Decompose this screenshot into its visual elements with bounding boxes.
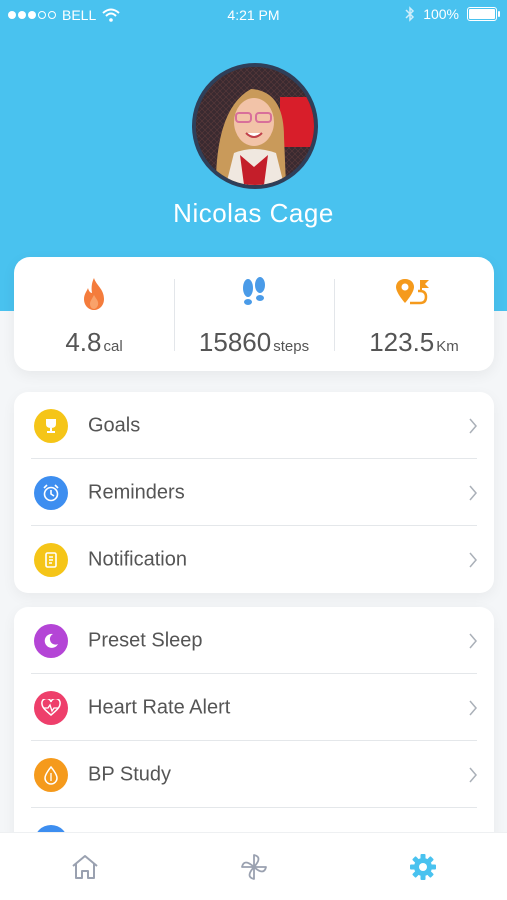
tab-settings[interactable] [407, 851, 439, 883]
avatar[interactable] [192, 63, 318, 189]
avatar-photo [196, 67, 314, 185]
status-bar: BELL 4:21 PM 100% [0, 0, 507, 30]
menu-item-heart-rate-alert[interactable]: Heart Rate Alert [14, 674, 494, 741]
steps-value: 15860 [198, 327, 272, 357]
menu-item-bp-study[interactable]: BP Study [14, 741, 494, 808]
tab-bar [0, 832, 507, 900]
steps-unit: steps [273, 338, 310, 355]
tab-home[interactable] [69, 851, 101, 883]
moon-icon [34, 623, 68, 658]
calories-value: 4.8 [65, 327, 102, 357]
menu-item-preset-sleep[interactable]: Preset Sleep [14, 607, 494, 674]
tab-activity[interactable] [238, 851, 270, 883]
menu-label: Reminders [88, 481, 185, 503]
chevron-right-icon [469, 552, 477, 567]
alarm-clock-icon [34, 475, 68, 510]
stat-distance: 123.5 Km [334, 257, 494, 371]
menu-label: Heart Rate Alert [88, 696, 231, 718]
battery-group: 100% [405, 6, 500, 22]
route-pin-icon [396, 279, 429, 305]
stat-calories: 4.8 cal [14, 257, 174, 371]
menu-label: Goals [88, 414, 141, 436]
settings-group-2: Preset Sleep Heart Rate Alert BP Study [14, 607, 494, 847]
menu-label: Preset Sleep [88, 629, 203, 651]
menu-label: BP Study [88, 763, 172, 785]
drop-icon [34, 757, 68, 792]
chevron-right-icon [469, 633, 477, 648]
flame-icon [84, 278, 104, 310]
menu-item-notification[interactable]: Notification [14, 526, 494, 593]
note-icon [34, 542, 68, 577]
chevron-right-icon [469, 767, 477, 782]
menu-label: Notification [88, 548, 187, 570]
footsteps-icon [243, 277, 265, 305]
chevron-right-icon [469, 485, 477, 500]
bluetooth-icon [405, 6, 415, 22]
stats-card: 4.8 cal 15860 steps 123.5 Km [14, 257, 494, 371]
distance-value: 123.5 [369, 327, 435, 357]
gear-icon [410, 854, 436, 880]
menu-item-goals[interactable]: Goals [14, 392, 494, 459]
stat-steps: 15860 steps [174, 257, 334, 371]
distance-unit: Km [436, 338, 459, 355]
trophy-icon [34, 408, 68, 443]
menu-item-reminders[interactable]: Reminders [14, 459, 494, 526]
chevron-right-icon [469, 418, 477, 433]
battery-icon [467, 7, 500, 21]
chevron-right-icon [469, 700, 477, 715]
calories-unit: cal [103, 338, 123, 355]
battery-percent: 100% [423, 6, 459, 22]
user-name: Nicolas Cage [173, 198, 334, 228]
heart-pulse-icon [34, 690, 68, 725]
settings-group-1: Goals Reminders Notification [14, 392, 494, 593]
home-icon [72, 855, 98, 879]
pinwheel-icon [241, 854, 267, 880]
